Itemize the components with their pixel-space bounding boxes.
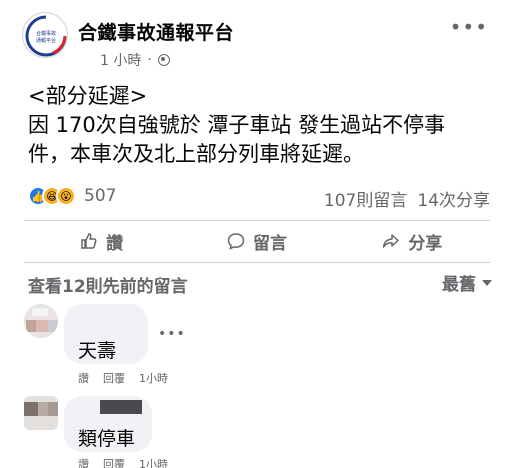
globe-icon [157, 54, 170, 66]
comment-time[interactable]: 1小時 [139, 456, 168, 468]
post-text-line: 因 170次自強號於 潭子車站 發生過站不停事 [28, 113, 446, 137]
page-name-link[interactable]: 合鐵事故通報平台 [78, 18, 234, 45]
reactions-summary[interactable]: 👍 😆 😮 507 [28, 186, 116, 206]
comment-reply-link[interactable]: 回覆 [103, 370, 125, 386]
post-stats: 107則留言 14次分享 [324, 186, 490, 211]
comment-button[interactable]: 留言 [179, 224, 334, 258]
commenter-avatar[interactable] [24, 396, 58, 430]
comment-icon [227, 233, 245, 250]
commenter-avatar[interactable] [24, 304, 58, 338]
comment-reply-link[interactable]: 回覆 [103, 456, 125, 468]
share-button-label: 分享 [408, 233, 443, 254]
post-time[interactable]: 1 小時 [100, 50, 141, 70]
share-count-link[interactable]: 14次分享 [417, 186, 490, 211]
sort-label: 最舊 [442, 275, 476, 295]
comment-text: 天壽 [78, 340, 117, 362]
separator-dot: · [147, 52, 152, 68]
comment-like-link[interactable]: 讚 [78, 456, 89, 468]
post-meta: 1 小時 · [100, 50, 170, 70]
svg-text:通報平台: 通報平台 [36, 37, 56, 44]
action-bar: 讚 留言 分享 [24, 224, 490, 258]
comment-count-link[interactable]: 107則留言 [324, 186, 407, 211]
post-text-line: <部分延遲> [28, 84, 148, 108]
like-button[interactable]: 讚 [24, 224, 179, 258]
comment-button-label: 留言 [252, 233, 287, 254]
more-options-button[interactable]: ••• [450, 17, 488, 37]
post-text: <部分延遲> 因 170次自強號於 潭子車站 發生過站不停事 件，本車次及北上部… [28, 82, 498, 169]
svg-text:合鐵事故: 合鐵事故 [36, 30, 56, 37]
view-previous-comments-link[interactable]: 查看12則先前的留言 [28, 272, 188, 297]
divider [24, 262, 490, 263]
comment-sort-dropdown[interactable]: 最舊 [442, 270, 492, 295]
comment-more-button[interactable]: ••• [158, 326, 186, 342]
reaction-count[interactable]: 507 [84, 186, 116, 206]
comment-text: 類停車 [78, 428, 136, 450]
commenter-name-obscured [100, 400, 142, 414]
comment-actions: 讚 回覆 1小時 [78, 456, 168, 468]
comment-time[interactable]: 1小時 [139, 370, 168, 386]
share-button[interactable]: 分享 [335, 224, 490, 258]
caret-down-icon [482, 279, 492, 286]
page-avatar[interactable]: 合鐵事故 通報平台 [22, 12, 68, 58]
facebook-post: 合鐵事故 通報平台 合鐵事故通報平台 1 小時 · ••• <部分延遲> 因 1… [0, 0, 510, 468]
wow-icon: 😮 [56, 186, 76, 206]
comment-actions: 讚 回覆 1小時 [78, 370, 168, 386]
divider [24, 220, 490, 221]
like-button-label: 讚 [106, 233, 124, 254]
thumbs-up-icon [81, 233, 97, 249]
page-logo-icon: 合鐵事故 通報平台 [25, 15, 67, 57]
share-icon [383, 234, 400, 248]
comment-like-link[interactable]: 讚 [78, 370, 89, 386]
post-text-line: 件，本車次及北上部分列車將延遲。 [28, 142, 364, 166]
